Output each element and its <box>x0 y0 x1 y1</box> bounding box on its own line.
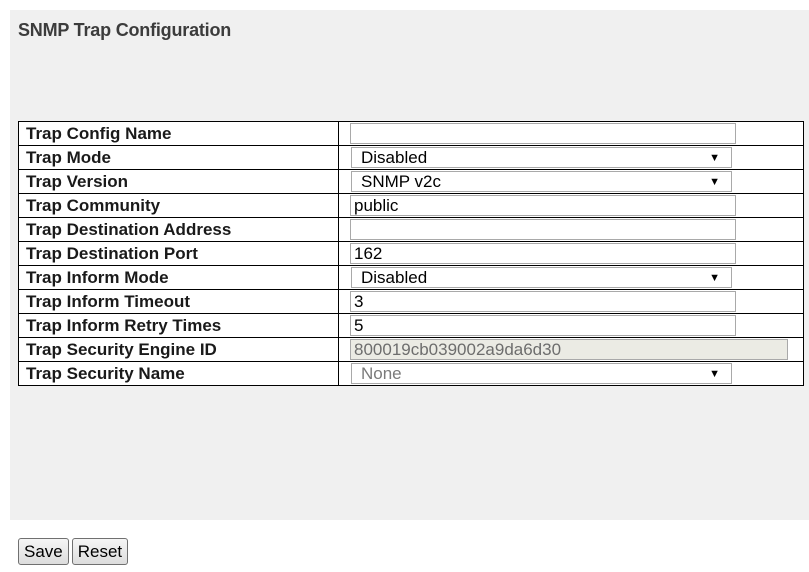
trap-destination-address-input[interactable] <box>350 219 736 240</box>
table-row: Trap Destination Address <box>18 217 804 242</box>
chevron-down-icon: ▼ <box>709 176 720 188</box>
trap-inform-mode-value: Disabled <box>361 268 428 287</box>
trap-inform-retry-times-label: Trap Inform Retry Times <box>18 313 339 338</box>
table-row: Trap Security Name None ▼ <box>18 361 804 386</box>
trap-config-name-label: Trap Config Name <box>18 121 339 146</box>
trap-inform-retry-times-input[interactable] <box>350 315 736 336</box>
form-actions: Save Reset <box>18 538 131 565</box>
page-title: SNMP Trap Configuration <box>18 20 232 40</box>
table-row: Trap Config Name <box>18 121 804 146</box>
table-row: Trap Version SNMP v2c ▼ <box>18 169 804 194</box>
trap-security-name-select: None ▼ <box>351 363 732 384</box>
trap-version-value: SNMP v2c <box>361 172 441 191</box>
trap-config-table: Trap Config Name Trap Mode Disabled ▼ Tr… <box>18 121 804 386</box>
trap-security-engine-id-input <box>350 339 788 360</box>
trap-security-name-label: Trap Security Name <box>18 361 339 386</box>
save-button[interactable]: Save <box>18 538 69 565</box>
trap-inform-mode-select[interactable]: Disabled ▼ <box>351 267 732 288</box>
trap-destination-port-input[interactable] <box>350 243 736 264</box>
table-row: Trap Security Engine ID <box>18 337 804 362</box>
config-panel: SNMP Trap Configuration Trap Config Name… <box>10 10 809 520</box>
trap-security-name-value: None <box>361 364 402 383</box>
trap-inform-mode-label: Trap Inform Mode <box>18 265 339 290</box>
trap-mode-select[interactable]: Disabled ▼ <box>351 147 732 168</box>
table-row: Trap Inform Retry Times <box>18 313 804 338</box>
table-row: Trap Inform Mode Disabled ▼ <box>18 265 804 290</box>
trap-inform-timeout-label: Trap Inform Timeout <box>18 289 339 314</box>
trap-community-label: Trap Community <box>18 193 339 218</box>
chevron-down-icon: ▼ <box>709 272 720 284</box>
trap-config-name-input[interactable] <box>350 123 736 144</box>
trap-destination-port-label: Trap Destination Port <box>18 241 339 266</box>
chevron-down-icon: ▼ <box>709 152 720 164</box>
trap-destination-address-label: Trap Destination Address <box>18 217 339 242</box>
table-row: Trap Inform Timeout <box>18 289 804 314</box>
trap-version-select[interactable]: SNMP v2c ▼ <box>351 171 732 192</box>
chevron-down-icon: ▼ <box>709 368 720 380</box>
table-row: Trap Destination Port <box>18 241 804 266</box>
trap-inform-timeout-input[interactable] <box>350 291 736 312</box>
trap-security-engine-id-label: Trap Security Engine ID <box>18 337 339 362</box>
trap-mode-label: Trap Mode <box>18 145 339 170</box>
table-row: Trap Community <box>18 193 804 218</box>
trap-community-input[interactable] <box>350 195 736 216</box>
trap-mode-value: Disabled <box>361 148 428 167</box>
trap-version-label: Trap Version <box>18 169 339 194</box>
table-row: Trap Mode Disabled ▼ <box>18 145 804 170</box>
reset-button[interactable]: Reset <box>71 538 129 565</box>
